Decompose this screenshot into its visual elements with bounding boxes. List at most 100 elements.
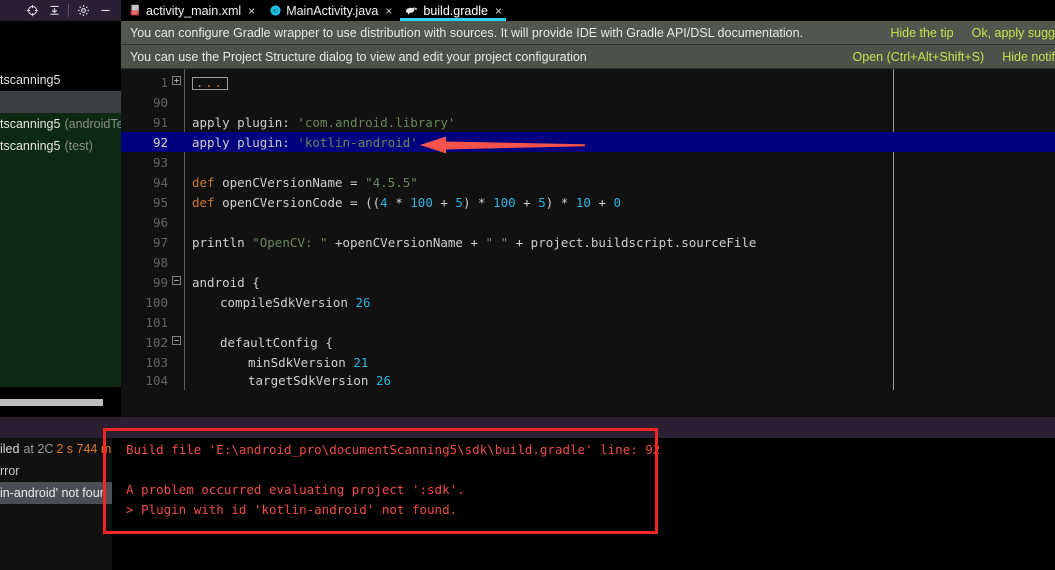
code-text: defaultConfig { — [220, 335, 333, 350]
code-line[interactable]: 92 apply plugin: 'kotlin-android' — [121, 132, 1055, 152]
line-number: 99 — [152, 274, 168, 290]
code-line[interactable]: 1... — [121, 72, 1055, 92]
open-project-structure-link[interactable]: Open (Ctrl+Alt+Shift+S) — [853, 50, 985, 64]
notification-text: You can configure Gradle wrapper to use … — [130, 25, 804, 40]
code-line[interactable]: 100 compileSdkVersion 26 — [121, 292, 1055, 312]
code-token: ) * — [545, 194, 576, 210]
code-token: 100 — [493, 194, 516, 210]
project-tree-item-selected[interactable] — [0, 91, 121, 113]
project-item-label: tscanning5 — [0, 73, 61, 87]
code-editor[interactable]: 1... 90 91 apply plugin: 'com.android.libra… — [121, 69, 1055, 417]
folded-region-ellipsis[interactable]: ... — [192, 76, 228, 90]
project-panel-hscrollbar-thumb[interactable] — [0, 399, 103, 406]
hide-notification-link[interactable]: Hide notif — [1002, 50, 1055, 64]
code-token: 5 — [538, 194, 546, 210]
code-line[interactable]: 94 def openCVersionName = "4.5.5" — [121, 172, 1055, 192]
code-text: android { — [192, 275, 260, 290]
code-token: compileSdkVersion — [220, 294, 356, 310]
code-token: "4.5.5" — [365, 174, 418, 190]
code-token: android { — [192, 274, 260, 290]
code-line[interactable]: 93 — [121, 152, 1055, 172]
line-number: 98 — [152, 254, 168, 270]
project-item-suffix: (androidTe — [64, 117, 121, 131]
target-locate-icon[interactable] — [21, 0, 43, 21]
close-icon[interactable]: × — [495, 5, 502, 17]
code-text: minSdkVersion 21 — [248, 355, 368, 370]
code-token: 'com.android.library' — [297, 114, 456, 130]
java-class-icon: C — [268, 4, 282, 18]
code-line[interactable]: 103 minSdkVersion 21 — [121, 352, 1055, 372]
code-line[interactable]: 99 android { — [121, 272, 1055, 292]
line-number: 104 — [145, 372, 168, 388]
code-text: def openCVersionCode = ((4 * 100 + 5) * … — [192, 195, 621, 210]
project-tree-item-main[interactable]: tscanning5 — [0, 69, 121, 91]
tab-build-gradle[interactable]: build.gradle × — [398, 0, 508, 21]
close-icon[interactable]: × — [385, 5, 392, 17]
fold-expand-icon[interactable] — [168, 76, 184, 88]
settings-gear-icon[interactable] — [72, 0, 94, 21]
minimize-icon[interactable] — [94, 0, 116, 21]
project-tree-item-androidtest[interactable]: tscanning5 (androidTe — [0, 113, 121, 135]
hide-the-tip-link[interactable]: Hide the tip — [890, 26, 953, 40]
project-item-label: tscanning5 — [0, 117, 61, 131]
code-token: + project.buildscript.sourceFile — [508, 234, 757, 250]
code-token: minSdkVersion — [248, 354, 354, 370]
code-token: defaultConfig { — [220, 334, 333, 350]
code-token: + — [432, 194, 456, 210]
line-number: 91 — [152, 114, 168, 130]
build-failed-label: iled — [0, 442, 20, 456]
build-error-detail-label: in-android' not four — [0, 486, 104, 500]
fold-collapse-icon[interactable] — [168, 276, 184, 288]
tab-mainactivity-java[interactable]: C MainActivity.java × — [261, 0, 398, 21]
code-token: " " — [485, 234, 509, 250]
line-number: 97 — [152, 234, 168, 250]
console-text-block: Build file 'E:\android_pro\documentScann… — [126, 440, 660, 520]
fold-collapse-icon[interactable] — [168, 336, 184, 348]
close-icon[interactable]: × — [248, 5, 255, 17]
build-console-output[interactable]: Build file 'E:\android_pro\documentScann… — [112, 438, 1055, 570]
notification-actions: Hide the tip Ok, apply sugg — [872, 26, 1055, 40]
project-item-suffix: (test) — [64, 139, 93, 153]
line-number: 93 — [152, 154, 168, 170]
tab-activity-main-xml[interactable]: <> activity_main.xml × — [121, 0, 261, 21]
line-number: 95 — [152, 194, 168, 210]
line-number: 102 — [145, 334, 168, 350]
build-output-tree[interactable]: iled at 2C 2 s 744 ms rror in-android' n… — [0, 438, 112, 570]
code-token: 0 — [613, 194, 622, 210]
line-number: 94 — [152, 174, 168, 190]
code-token: ) * — [462, 194, 494, 210]
code-token: def — [192, 194, 215, 210]
code-token: println — [192, 234, 253, 250]
code-line[interactable]: 91 apply plugin: 'com.android.library' — [121, 112, 1055, 132]
apply-suggestion-link[interactable]: Ok, apply sugg — [972, 26, 1055, 40]
code-token: 100 — [410, 194, 433, 210]
code-line[interactable]: 104 targetSdkVersion 26 — [121, 372, 1055, 388]
tab-label: build.gradle — [423, 3, 489, 18]
code-line[interactable]: 95 def openCVersionCode = ((4 * 100 + 5) … — [121, 192, 1055, 212]
editor-tab-bar: <> activity_main.xml × C MainActivity.ja… — [121, 0, 509, 21]
line-number: 100 — [145, 294, 168, 310]
build-status-row[interactable]: iled at 2C 2 s 744 ms — [0, 438, 112, 460]
code-line[interactable]: 98 — [121, 252, 1055, 272]
console-line: Build file 'E:\android_pro\documentScann… — [126, 442, 661, 457]
code-line[interactable]: 102 defaultConfig { — [121, 332, 1055, 352]
toolbar-divider — [68, 4, 69, 17]
code-line[interactable]: 101 — [121, 312, 1055, 332]
code-token: 10 — [575, 194, 591, 210]
code-line[interactable]: 96 — [121, 212, 1055, 232]
build-error-detail-row[interactable]: in-android' not four — [0, 482, 112, 504]
line-number: 101 — [145, 314, 168, 330]
collapse-all-icon[interactable] — [43, 0, 65, 21]
line-number: 96 — [152, 214, 168, 230]
tab-label: activity_main.xml — [146, 3, 242, 18]
build-error-group-row[interactable]: rror — [0, 460, 112, 482]
gradle-elephant-icon — [405, 4, 419, 18]
code-token: openCVersionCode = (( — [214, 194, 381, 210]
xml-layout-file-icon: <> — [128, 4, 142, 18]
code-line[interactable]: 97 println "OpenCV: " +openCVersionName +… — [121, 232, 1055, 252]
code-text: compileSdkVersion 26 — [220, 295, 371, 310]
code-token: * — [387, 194, 411, 210]
project-tree-item-test[interactable]: tscanning5 (test) — [0, 135, 121, 157]
code-token: "OpenCV: " — [252, 234, 328, 250]
code-line[interactable]: 90 — [121, 92, 1055, 112]
